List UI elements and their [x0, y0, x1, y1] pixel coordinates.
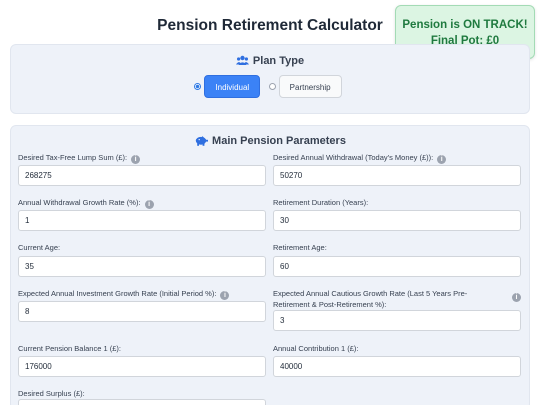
individual-radio[interactable] — [194, 83, 202, 90]
calculator-card: Pension Retirement Calculator Pension is… — [0, 0, 540, 405]
piggy-bank-icon — [194, 135, 209, 149]
pension-balance-input[interactable]: 176000 — [18, 356, 266, 377]
plan-type-heading: Plan Type — [11, 55, 529, 69]
desired-surplus-input[interactable] — [18, 399, 266, 405]
main-params-heading: Main Pension Parameters — [11, 135, 529, 149]
current-age-input[interactable]: 35 — [18, 256, 266, 277]
cautious-growth-label: Expected Annual Cautious Growth Rate (La… — [273, 289, 468, 309]
withdrawal-growth-input[interactable]: 1 — [18, 210, 266, 231]
retirement-duration-input[interactable]: 30 — [273, 210, 521, 231]
partnership-button[interactable]: Partnership — [278, 75, 342, 98]
desired-surplus-label: Desired Surplus (£): — [18, 389, 85, 398]
annual-withdrawal-input[interactable]: 50270 — [273, 165, 521, 186]
lump-sum-label: Desired Tax-Free Lump Sum (£): i — [18, 152, 141, 164]
info-icon[interactable]: i — [144, 200, 154, 209]
investment-growth-input[interactable]: 8 — [18, 301, 266, 322]
plan-type-title: Plan Type — [252, 55, 305, 67]
plan-type-section: Plan Type Individual Partnership — [10, 44, 530, 114]
lump-sum-input[interactable]: 268275 — [18, 165, 266, 186]
info-icon[interactable]: i — [437, 155, 447, 164]
annual-contribution-label: Annual Contribution 1 (£): — [273, 344, 359, 353]
individual-button[interactable]: Individual — [204, 75, 261, 98]
status-headline: Pension is ON TRACK! — [402, 19, 528, 31]
plan-type-options: Individual Partnership — [11, 75, 529, 98]
cautious-growth-input[interactable]: 3 — [273, 310, 521, 331]
retirement-age-label: Retirement Age: — [273, 243, 327, 252]
info-icon[interactable]: i — [220, 291, 230, 300]
withdrawal-growth-label: Annual Withdrawal Growth Rate (%): i — [18, 197, 154, 209]
annual-withdrawal-label: Desired Annual Withdrawal (Today's Money… — [273, 152, 447, 164]
investment-growth-label: Expected Annual Investment Growth Rate (… — [18, 288, 230, 300]
info-icon[interactable]: i — [131, 155, 141, 164]
retirement-age-input[interactable]: 60 — [273, 256, 521, 277]
annual-contribution-input[interactable]: 40000 — [273, 356, 521, 377]
partnership-radio[interactable] — [268, 83, 276, 90]
info-icon[interactable]: i — [512, 293, 521, 302]
retirement-duration-label: Retirement Duration (Years): — [273, 198, 369, 207]
main-params-title: Main Pension Parameters — [212, 135, 346, 147]
users-icon — [235, 55, 249, 69]
current-age-label: Current Age: — [18, 243, 61, 252]
pension-balance-label: Current Pension Balance 1 (£): — [18, 344, 121, 353]
